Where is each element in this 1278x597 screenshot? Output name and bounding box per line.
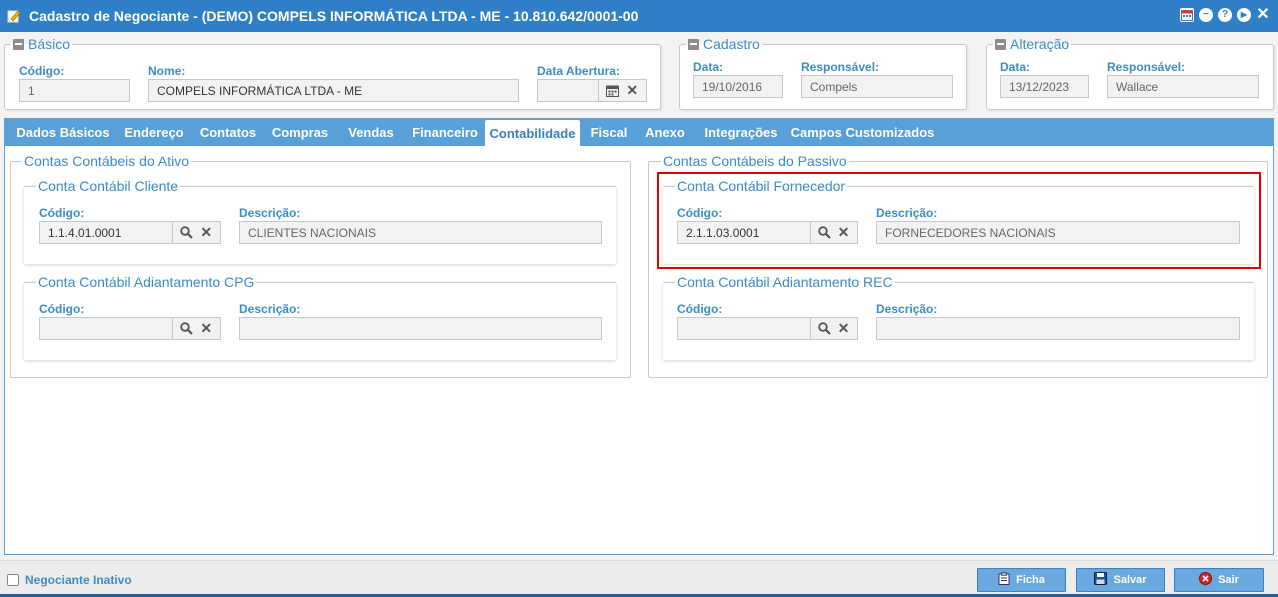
passivo-legend: Contas Contábeis do Passivo — [663, 153, 847, 169]
adiantamento-cpg-legend: Conta Contábil Adiantamento CPG — [38, 274, 255, 290]
search-icon[interactable] — [817, 321, 833, 337]
calendar-icon[interactable] — [1180, 8, 1194, 22]
window-titlebar: Cadastro de Negociante - (DEMO) COMPELS … — [0, 0, 1278, 32]
rec-codigo-buttons: ✕ — [811, 317, 858, 340]
tab-anexo[interactable]: Anexo — [640, 118, 690, 146]
cadastro-data-field: 19/10/2016 — [693, 75, 783, 98]
cadastro-data-label: Data: — [693, 60, 724, 74]
cliente-codigo-buttons: ✕ — [173, 221, 221, 244]
cliente-descricao-label: Descrição: — [239, 206, 301, 220]
tab-contabilidade[interactable]: Contabilidade — [485, 120, 580, 147]
rec-codigo-field[interactable] — [677, 317, 811, 340]
rec-descricao-label: Descrição: — [876, 302, 938, 316]
ficha-label: Ficha — [1016, 574, 1045, 586]
data-abertura-field[interactable] — [537, 79, 599, 102]
alteracao-data-label: Data: — [1000, 60, 1031, 74]
salvar-label: Salvar — [1113, 574, 1147, 586]
nome-field[interactable]: COMPELS INFORMÁTICA LTDA - ME — [148, 79, 519, 102]
cpg-codigo-buttons: ✕ — [173, 317, 221, 340]
cliente-legend: Conta Contábil Cliente — [38, 178, 179, 194]
tab-contatos[interactable]: Contatos — [194, 118, 262, 146]
cpg-descricao-field — [239, 317, 602, 340]
tab-integracoes[interactable]: Integrações — [699, 118, 783, 146]
cpg-codigo-field[interactable] — [39, 317, 173, 340]
calendar-icon[interactable] — [605, 83, 621, 99]
clear-icon[interactable]: ✕ — [198, 224, 214, 241]
collapse-icon[interactable] — [13, 38, 24, 50]
nome-label: Nome: — [148, 64, 186, 78]
alteracao-responsavel-label: Responsável: — [1107, 60, 1186, 74]
data-abertura-label: Data Abertura: — [537, 64, 620, 78]
tab-financeiro[interactable]: Financeiro — [408, 118, 482, 146]
cadastro-responsavel-label: Responsável: — [801, 60, 880, 74]
rec-descricao-field — [876, 317, 1240, 340]
alteracao-data-field: 13/12/2023 — [1000, 75, 1089, 98]
clear-icon[interactable]: ✕ — [198, 320, 214, 337]
clear-icon[interactable]: ✕ — [624, 82, 640, 99]
codigo-label: Código: — [19, 64, 65, 78]
tab-endereco[interactable]: Endereço — [118, 118, 190, 146]
window-controls: − ? ▶ ✕ — [1180, 7, 1270, 23]
negociante-inativo-checkbox[interactable] — [7, 574, 19, 586]
cliente-codigo-label: Código: — [39, 206, 85, 220]
tab-dados-basicos[interactable]: Dados Básicos — [12, 118, 114, 146]
cliente-codigo-field[interactable]: 1.1.4.01.0001 — [39, 221, 173, 244]
minimize-button[interactable]: − — [1199, 8, 1213, 22]
tab-campos-customizados[interactable]: Campos Customizados — [790, 118, 935, 146]
sair-label: Sair — [1218, 574, 1239, 586]
help-button[interactable]: ? — [1218, 8, 1232, 22]
sair-button[interactable]: Sair — [1174, 568, 1264, 592]
search-icon[interactable] — [179, 321, 195, 337]
window-title: Cadastro de Negociante - (DEMO) COMPELS … — [29, 8, 639, 24]
footer-bar: Negociante Inativo Ficha Salvar Sair — [0, 560, 1278, 597]
clear-icon[interactable]: ✕ — [836, 320, 852, 337]
cliente-descricao-field: CLIENTES NACIONAIS — [239, 221, 602, 244]
tab-vendas[interactable]: Vendas — [340, 118, 402, 146]
basico-legend: Básico — [28, 36, 71, 52]
cpg-codigo-label: Código: — [39, 302, 85, 316]
highlight-box — [657, 172, 1261, 269]
edit-document-icon — [7, 9, 21, 23]
clipboard-icon — [998, 572, 1010, 588]
tab-fiscal[interactable]: Fiscal — [586, 118, 632, 146]
negociante-inativo-label[interactable]: Negociante Inativo — [25, 573, 132, 587]
salvar-button[interactable]: Salvar — [1076, 568, 1165, 592]
save-icon — [1094, 572, 1108, 588]
codigo-field[interactable]: 1 — [19, 79, 130, 102]
cpg-descricao-label: Descrição: — [239, 302, 301, 316]
cadastro-legend: Cadastro — [703, 36, 760, 52]
alteracao-legend: Alteração — [1010, 36, 1070, 52]
ficha-button[interactable]: Ficha — [977, 568, 1066, 592]
exit-icon — [1199, 572, 1213, 588]
alteracao-responsavel-field: Wallace — [1107, 75, 1259, 98]
data-abertura-buttons: ✕ — [599, 79, 647, 102]
ativo-legend: Contas Contábeis do Ativo — [24, 153, 189, 169]
next-button[interactable]: ▶ — [1237, 8, 1251, 22]
collapse-icon[interactable] — [688, 38, 699, 50]
tab-bar: Dados Básicos Endereço Contatos Compras … — [4, 118, 1274, 147]
close-button[interactable]: ✕ — [1256, 7, 1270, 23]
tab-compras[interactable]: Compras — [266, 118, 334, 146]
adiantamento-rec-legend: Conta Contábil Adiantamento REC — [677, 274, 893, 290]
rec-codigo-label: Código: — [677, 302, 723, 316]
cadastro-responsavel-field: Compels — [801, 75, 953, 98]
collapse-icon[interactable] — [995, 38, 1006, 50]
search-icon[interactable] — [179, 225, 195, 241]
